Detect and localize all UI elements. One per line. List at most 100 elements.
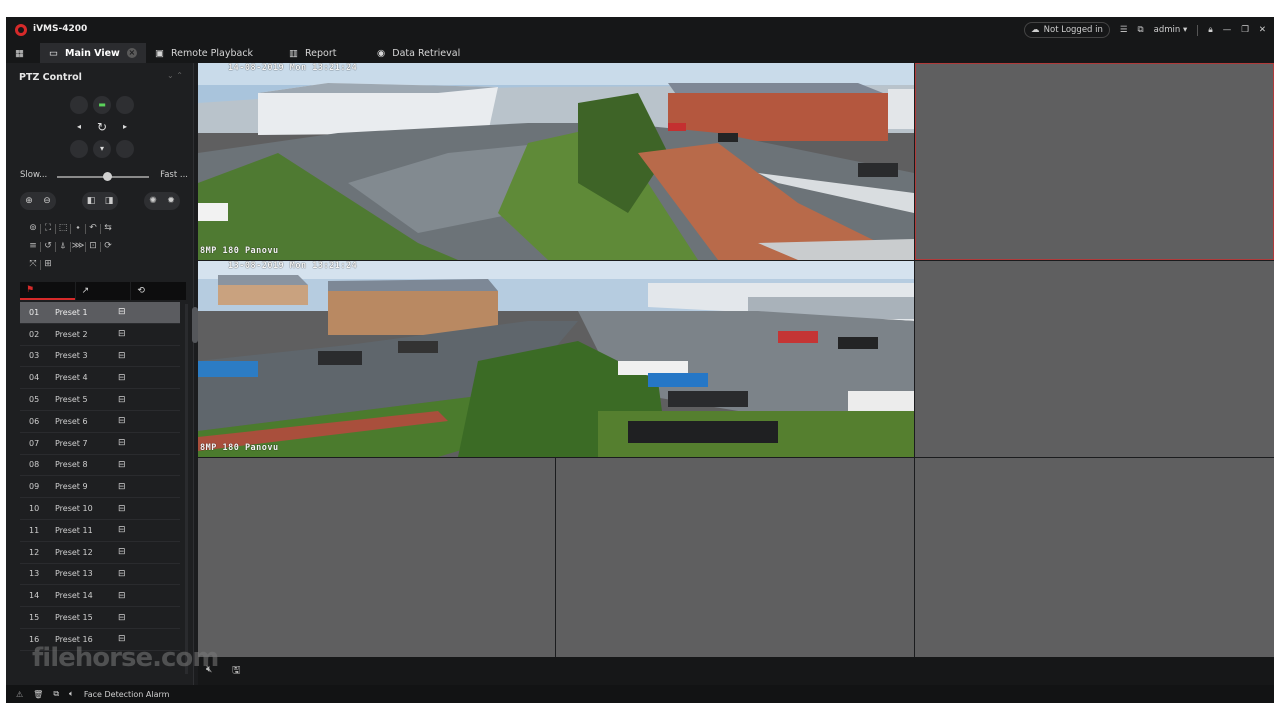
minimize-icon[interactable]: — <box>1223 25 1232 35</box>
lock-icon[interactable]: 🔒︎ <box>1208 25 1213 35</box>
iris-close-icon[interactable]: ✹ <box>167 196 175 206</box>
screen-icon[interactable]: ⧉ <box>53 689 59 699</box>
preset-name: Preset 6 <box>55 416 88 426</box>
tab-remote-playback[interactable]: ▣ Remote Playback <box>146 43 262 63</box>
auto-scan-icon[interactable]: ↻ <box>93 118 111 136</box>
preset-scrollbar[interactable] <box>185 304 188 674</box>
marker-icon[interactable]: ⬩ <box>71 223 85 234</box>
preset-row[interactable]: 06 Preset 6 ⊟ <box>20 411 180 433</box>
call-preset-icon[interactable]: ⊟ <box>118 504 132 514</box>
panel-collapse-icon[interactable]: ⌄ ⌃ <box>167 71 183 80</box>
preset-row[interactable]: 04 Preset 4 ⊟ <box>20 367 180 390</box>
wiper-icon[interactable]: ⋙ <box>71 241 85 252</box>
user-menu[interactable]: admin ▾ <box>1154 25 1188 35</box>
alarm-icon[interactable]: ⚠ <box>16 690 23 699</box>
preset-row[interactable]: 11 Preset 11 ⊟ <box>20 520 180 542</box>
call-preset-icon[interactable]: ⊟ <box>118 438 132 448</box>
call-preset-icon[interactable]: ⊟ <box>118 395 132 405</box>
tab-patrol[interactable]: ↗ <box>75 282 131 300</box>
delete-icon[interactable]: 🗑︎ <box>33 690 43 699</box>
screenshot-icon[interactable]: ⧉ <box>1138 25 1144 35</box>
tab-pattern[interactable]: ⟲ <box>131 282 187 300</box>
call-preset-icon[interactable]: ⊟ <box>118 373 132 383</box>
tab-report[interactable]: ▥ Report <box>280 43 345 63</box>
call-preset-icon[interactable]: ⊟ <box>118 569 132 579</box>
preset-row[interactable]: 03 Preset 3 ⊟ <box>20 346 180 368</box>
preset-name: Preset 9 <box>55 482 88 492</box>
preset-row[interactable]: 01 Preset 1 ⊟ <box>20 302 180 324</box>
pan-right-button[interactable]: ▸ <box>116 118 134 136</box>
video-window-1[interactable]: 14-08-2019 Mon 13:21:24 8MP 180 Panovu <box>198 63 914 260</box>
tour-icon[interactable]: ⇆ <box>101 223 115 234</box>
menu-list-icon[interactable]: ☰ <box>1120 25 1128 35</box>
zoom-in-icon[interactable]: ⊕ <box>25 196 33 206</box>
refresh-icon[interactable]: ↺ <box>41 241 55 252</box>
3d-zoom-icon[interactable]: ⊚ <box>26 223 40 234</box>
live-view-toolbar: 🔇︎ 🖫︎ <box>198 657 1274 685</box>
pan-up-right-button[interactable] <box>116 96 134 114</box>
preset-row[interactable]: 15 Preset 15 ⊟ <box>20 607 180 629</box>
pan-down-left-button[interactable] <box>70 140 88 158</box>
ptz-speed-slider[interactable]: Slow... Fast ... <box>20 169 188 183</box>
module-grid-icon[interactable]: ▦ <box>10 43 32 63</box>
tab-main-view[interactable]: ▭ Main View × <box>40 43 146 63</box>
preset-row[interactable]: 02 Preset 2 ⊟ <box>20 324 180 346</box>
camera-timestamp: 13-08-2019 Mon 13:21:24 <box>228 261 358 271</box>
video-window-3[interactable]: 13-08-2019 Mon 13:21:24 8MP 180 Panovu <box>198 261 914 457</box>
iris-group: ✺ ✹ <box>144 192 180 210</box>
video-window-4[interactable] <box>915 261 1274 457</box>
preset-row[interactable]: 12 Preset 12 ⊟ <box>20 542 180 564</box>
save-view-icon[interactable]: 🖫︎ <box>232 663 241 680</box>
preset-number: 04 <box>29 373 40 383</box>
park-icon[interactable]: ⊞ <box>41 259 55 270</box>
call-preset-icon[interactable]: ⊟ <box>118 307 132 317</box>
video-window-6[interactable] <box>556 458 914 657</box>
preset-row[interactable]: 13 Preset 13 ⊟ <box>20 564 180 586</box>
close-icon[interactable]: ✕ <box>1259 25 1266 35</box>
region-icon[interactable]: ⬚ <box>56 223 70 234</box>
preset-row[interactable]: 09 Preset 9 ⊟ <box>20 476 180 499</box>
maximize-icon[interactable]: ❐ <box>1241 25 1249 35</box>
menu-icon[interactable]: ≡ <box>26 241 40 252</box>
preset-row[interactable]: 10 Preset 10 ⊟ <box>20 498 180 520</box>
call-preset-icon[interactable]: ⊟ <box>118 547 132 557</box>
call-preset-icon[interactable]: ⊟ <box>118 351 132 361</box>
login-status-button[interactable]: ☁ Not Logged in <box>1024 22 1110 38</box>
pan-down-button[interactable]: ▾ <box>93 140 111 158</box>
sound-icon[interactable]: 🔈︎ <box>69 689 74 699</box>
call-preset-icon[interactable]: ⊟ <box>118 525 132 535</box>
video-window-2[interactable] <box>915 63 1274 260</box>
pan-left-button[interactable]: ◂ <box>70 118 88 136</box>
call-preset-icon[interactable]: ⊟ <box>118 329 132 339</box>
preset-row[interactable]: 14 Preset 14 ⊟ <box>20 585 180 608</box>
tab-preset[interactable]: ⚑ <box>20 282 75 300</box>
call-preset-icon[interactable]: ⊟ <box>118 416 132 426</box>
video-window-5[interactable] <box>198 458 555 657</box>
video-window-7[interactable] <box>915 458 1274 657</box>
preset-name: Preset 7 <box>55 438 88 448</box>
camera-timestamp: 14-08-2019 Mon 13:21:24 <box>228 63 358 73</box>
pan-up-left-button[interactable] <box>70 96 88 114</box>
call-preset-icon[interactable]: ⊟ <box>118 482 132 492</box>
tab-close-icon[interactable]: × <box>126 48 137 58</box>
fullscreen-icon[interactable]: ⤧ <box>26 259 40 270</box>
preset-row[interactable]: 08 Preset 8 ⊟ <box>20 455 180 477</box>
call-preset-icon[interactable]: ⊟ <box>118 613 132 623</box>
call-preset-icon[interactable]: ⊟ <box>118 460 132 470</box>
focus-far-icon[interactable]: ◨ <box>105 196 114 206</box>
call-preset-icon[interactable]: ⊟ <box>118 591 132 601</box>
pan-down-right-button[interactable] <box>116 140 134 158</box>
preset-row[interactable]: 05 Preset 5 ⊟ <box>20 389 180 411</box>
zoom-out-icon[interactable]: ⊖ <box>43 196 51 206</box>
focus-near-icon[interactable]: ◧ <box>87 196 96 206</box>
preset-row[interactable]: 07 Preset 7 ⊟ <box>20 433 180 455</box>
iris-open-icon[interactable]: ✺ <box>149 196 157 206</box>
area-zoom-icon[interactable]: ⛶ <box>41 223 55 234</box>
frame-icon[interactable]: ⊡ <box>86 241 100 252</box>
slider-thumb[interactable] <box>103 172 113 181</box>
tab-data-retrieval[interactable]: ◉ Data Retrieval <box>368 43 469 63</box>
light-icon[interactable]: ⍋ <box>56 241 70 252</box>
cycle-icon[interactable]: ⟳ <box>101 241 115 252</box>
rotate-icon[interactable]: ↶ <box>86 223 100 234</box>
pan-up-button[interactable]: ▬ <box>93 96 111 114</box>
